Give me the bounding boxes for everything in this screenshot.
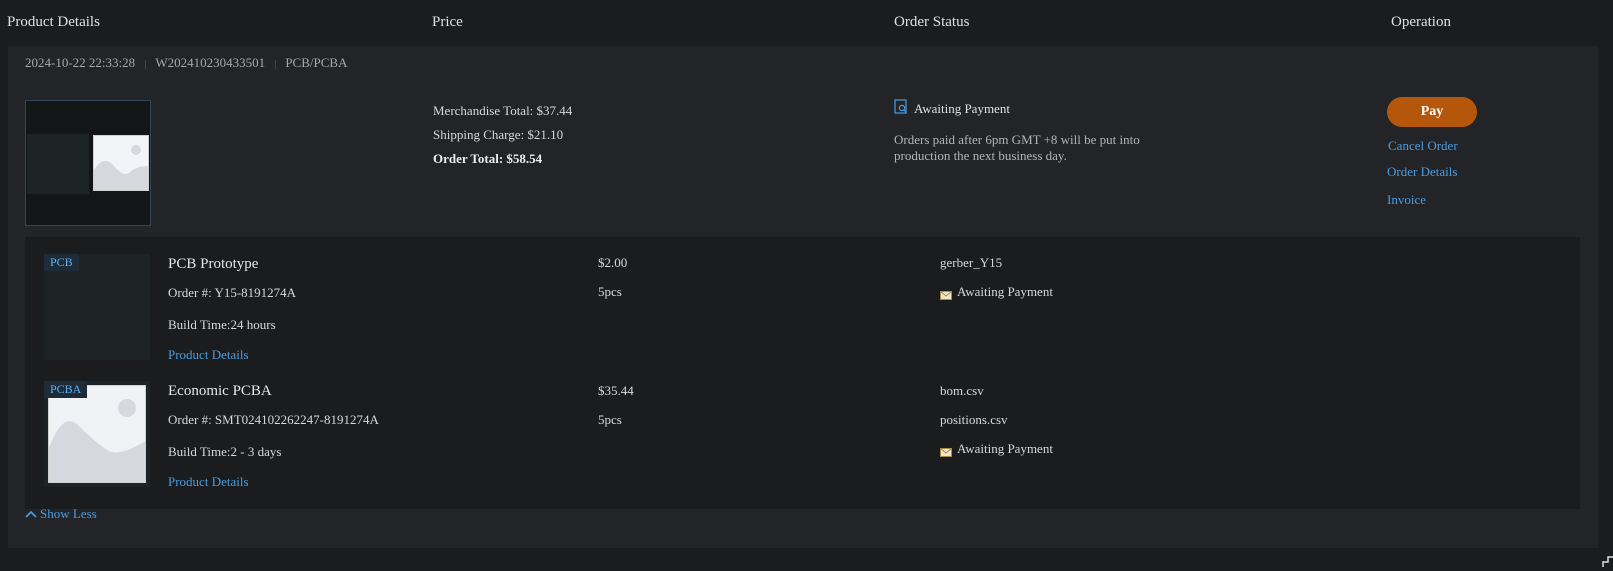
product-details-link[interactable]: Product Details: [168, 347, 249, 363]
pay-button[interactable]: Pay: [1387, 97, 1477, 127]
item-tag: PCB: [44, 254, 79, 271]
header-price: Price: [432, 14, 463, 30]
price-summary: Merchandise Total: $37.44 Shipping Charg…: [433, 99, 572, 171]
show-less-label: Show Less: [40, 506, 97, 521]
item-build-time: Build Time:2 - 3 days: [168, 444, 282, 459]
merchandise-total: Merchandise Total: $37.44: [433, 103, 573, 118]
envelope-icon: [940, 445, 952, 457]
resize-handle[interactable]: [1601, 555, 1613, 567]
item-status-text: Awaiting Payment: [957, 441, 1053, 456]
header-product-details: Product Details: [7, 14, 100, 30]
item-name: Economic PCBA: [168, 383, 272, 399]
order-thumbnail-group[interactable]: [25, 100, 151, 226]
item-status-text: Awaiting Payment: [957, 284, 1053, 299]
show-less-toggle[interactable]: Show Less: [25, 506, 97, 522]
product-details-link[interactable]: Product Details: [168, 474, 249, 490]
divider: |: [274, 58, 277, 70]
item-thumbnail-pcb[interactable]: PCB: [44, 254, 150, 360]
table-header: Product Details Price Order Status Opera…: [0, 0, 1613, 46]
order-status: Awaiting Payment Orders paid after 6pm G…: [894, 99, 1154, 164]
production-note: Orders paid after 6pm GMT +8 will be put…: [894, 132, 1140, 163]
invoice-link[interactable]: Invoice: [1387, 192, 1477, 208]
chevron-up-icon: [25, 506, 37, 522]
order-status-text: Awaiting Payment: [914, 100, 1010, 116]
item-order-number: Order #: Y15-8191274A: [168, 285, 297, 300]
order-meta: 2024-10-22 22:33:28 | W202410230433501 | PCB…: [25, 55, 347, 71]
item-order-number: Order #: SMT024102262247-8191274A: [168, 412, 379, 427]
order-number: W202410230433501: [155, 55, 266, 70]
divider: |: [144, 58, 147, 70]
awaiting-payment-icon: [894, 99, 908, 118]
header-operation: Operation: [1391, 14, 1451, 30]
order-category: PCB/PCBA: [285, 55, 348, 70]
item-file[interactable]: bom.csv: [940, 383, 984, 399]
image-placeholder-icon: [48, 385, 146, 483]
item-status: Awaiting Payment: [940, 441, 1053, 457]
image-placeholder-icon: [93, 135, 149, 191]
item-build-time: Build Time:24 hours: [168, 317, 276, 332]
item-thumbnail-pcba[interactable]: PCBA: [44, 381, 150, 487]
shipping-charge: Shipping Charge: $21.10: [433, 127, 564, 142]
order-items: PCB PCB Prototype Order #: Y15-8191274A …: [25, 237, 1580, 509]
item-quantity: 5pcs: [598, 284, 622, 299]
cancel-order-link[interactable]: Cancel Order: [1388, 138, 1477, 154]
item-price: $35.44: [598, 383, 634, 398]
order-card: 2024-10-22 22:33:28 | W202410230433501 | PCB…: [8, 46, 1598, 548]
order-total: Order Total: $58.54: [433, 151, 543, 166]
item-tag: PCBA: [44, 381, 88, 398]
order-details-link[interactable]: Order Details: [1387, 164, 1477, 180]
item-status: Awaiting Payment: [940, 284, 1053, 300]
item-file[interactable]: positions.csv: [940, 412, 1008, 428]
operations: Pay Cancel Order Order Details Invoice: [1387, 97, 1477, 208]
item-quantity: 5pcs: [598, 412, 622, 427]
item-name: PCB Prototype: [168, 256, 259, 272]
order-datetime: 2024-10-22 22:33:28: [25, 55, 136, 70]
item-price: $2.00: [598, 255, 628, 270]
envelope-icon: [940, 288, 952, 300]
pcb-thumbnail: [27, 134, 89, 194]
header-order-status: Order Status: [894, 14, 970, 30]
item-file[interactable]: gerber_Y15: [940, 255, 1002, 271]
